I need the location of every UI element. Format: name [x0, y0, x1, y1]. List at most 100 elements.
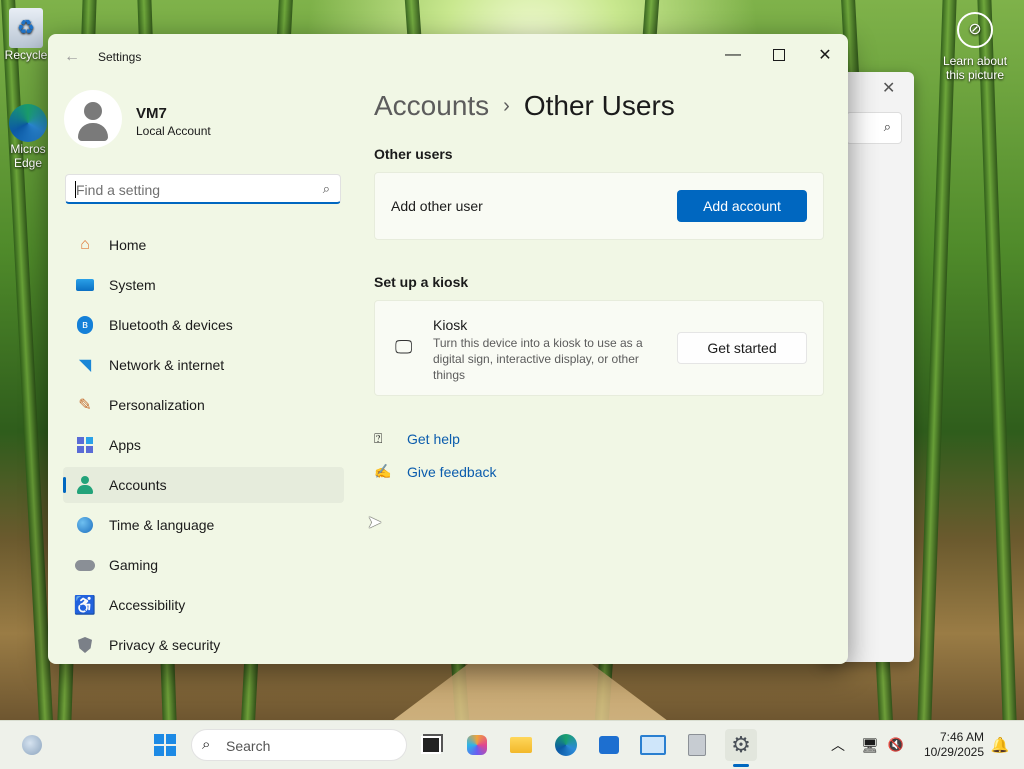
add-other-user-card: Add other user Add account: [374, 172, 824, 240]
monitor-icon: [640, 735, 666, 755]
background-search-box[interactable]: ⌕: [846, 112, 902, 144]
learn-about-picture[interactable]: ⊘ Learn about this picture: [938, 12, 1012, 82]
notifications-button[interactable]: 🔔: [984, 729, 1016, 761]
clock-date: 10/29/2025: [923, 745, 984, 759]
settings-window: ← Settings — ✕ VM7 Local Account Find a …: [48, 34, 848, 664]
clipboard-icon: [688, 734, 706, 756]
learn-line-2: this picture: [945, 68, 1005, 82]
sidebar-item-label: Time & language: [109, 517, 215, 533]
taskbar: ⌕ Search ⚙ ︿ 🖥 🔇 7:46 AM 10/29/2025 🔔: [0, 720, 1024, 769]
accounts-icon: [73, 473, 97, 497]
active-app-indicator: [733, 764, 749, 767]
kiosk-card: 🖵 Kiosk Turn this device into a kiosk to…: [374, 300, 824, 396]
breadcrumb: Accounts › Other Users: [374, 90, 675, 122]
kiosk-description: Turn this device into a kiosk to use as …: [433, 336, 643, 382]
sidebar-item-gaming[interactable]: Gaming: [63, 547, 344, 583]
system-icon: [73, 273, 97, 297]
sidebar-item-personalization[interactable]: ✎ Personalization: [63, 387, 344, 423]
minimize-button[interactable]: —: [710, 40, 756, 70]
settings-taskbar-button[interactable]: ⚙: [725, 729, 757, 761]
give-feedback-link[interactable]: Give feedback: [407, 464, 497, 480]
remote-desktop-button[interactable]: [637, 729, 669, 761]
folder-icon: [510, 737, 532, 753]
sidebar-item-label: Privacy & security: [109, 637, 221, 653]
window-title: Settings: [98, 50, 142, 64]
show-hidden-icons-button[interactable]: ︿: [822, 729, 854, 761]
sidebar-nav: ⌂ Home System ʙ Bluetooth & devices ◥ Ne…: [63, 227, 344, 664]
recycle-bin-icon: ♻: [9, 8, 43, 48]
windows-logo-icon: [154, 734, 176, 756]
bamboo-stalk: [976, 0, 1018, 720]
volume-button[interactable]: 🔇: [880, 729, 912, 761]
start-button[interactable]: [149, 729, 181, 761]
search-icon: ⌕: [883, 119, 891, 134]
apps-icon: [73, 433, 97, 457]
sidebar-item-privacy[interactable]: Privacy & security: [63, 627, 344, 663]
sidebar-item-accounts[interactable]: Accounts: [63, 467, 344, 503]
learn-line-1: Learn about: [942, 54, 1008, 68]
get-help-link[interactable]: Get help: [407, 431, 460, 447]
task-view-button[interactable]: [415, 729, 447, 761]
network-icon: 🖥: [861, 736, 879, 753]
bluetooth-icon: ʙ: [73, 313, 97, 337]
minimize-icon: —: [725, 46, 741, 63]
taskbar-search-label: Search: [226, 738, 271, 754]
close-icon[interactable]: ✕: [882, 78, 895, 98]
search-icon: ⌕: [322, 181, 330, 196]
taskbar-search[interactable]: ⌕ Search: [191, 729, 407, 761]
avatar-body: [78, 123, 108, 141]
close-button[interactable]: ✕: [802, 40, 848, 70]
sidebar-item-network[interactable]: ◥ Network & internet: [63, 347, 344, 383]
avatar: [64, 90, 122, 148]
brush-icon: ✎: [78, 397, 92, 414]
bamboo-stalk: [916, 0, 958, 720]
copilot-button[interactable]: [461, 729, 493, 761]
kiosk-title: Kiosk: [433, 317, 468, 333]
gear-icon: ⚙: [731, 732, 751, 757]
add-account-button[interactable]: Add account: [677, 190, 807, 222]
sidebar-item-apps[interactable]: Apps: [63, 427, 344, 463]
sidebar-item-label: System: [109, 277, 156, 293]
sidebar-item-accessibility[interactable]: ♿ Accessibility: [63, 587, 344, 623]
edge-icon: [555, 734, 577, 756]
sidebar-item-label: Bluetooth & devices: [109, 317, 233, 333]
back-arrow-icon[interactable]: ←: [64, 48, 80, 66]
user-profile[interactable]: VM7 Local Account: [64, 90, 344, 150]
mouse-cursor-icon: ➤: [367, 512, 383, 532]
shield-icon: [73, 633, 97, 657]
title-bar[interactable]: ← Settings — ✕: [48, 34, 848, 80]
sidebar-item-system[interactable]: System: [63, 267, 344, 303]
sidebar-item-label: Network & internet: [109, 357, 225, 373]
sidebar-item-bluetooth[interactable]: ʙ Bluetooth & devices: [63, 307, 344, 343]
edge-shortcut[interactable]: Micros Edge: [4, 104, 52, 170]
profile-account-type: Local Account: [136, 124, 211, 138]
chevron-up-icon: ︿: [831, 737, 845, 753]
get-started-button[interactable]: Get started: [677, 332, 807, 364]
volume-muted-icon: 🔇: [887, 737, 905, 752]
sidebar-item-time-language[interactable]: Time & language: [63, 507, 344, 543]
task-view-icon: [421, 736, 441, 754]
add-other-user-label: Add other user: [391, 198, 483, 214]
breadcrumb-parent[interactable]: Accounts: [374, 90, 489, 121]
recycle-bin-shortcut[interactable]: ♻ Recycle: [4, 8, 48, 62]
clock-time: 7:46 AM: [939, 730, 984, 744]
camera-info-icon: ⊘: [957, 12, 993, 48]
settings-search-input[interactable]: Find a setting ⌕: [65, 174, 341, 204]
search-icon: ⌕: [202, 736, 211, 753]
sidebar-item-label: Apps: [109, 437, 141, 453]
accessibility-icon: ♿: [73, 594, 97, 615]
edge-taskbar-button[interactable]: [550, 729, 582, 761]
close-icon: ✕: [818, 47, 832, 64]
search-placeholder: Find a setting: [76, 182, 161, 198]
home-icon: ⌂: [80, 236, 90, 253]
sidebar-item-home[interactable]: ⌂ Home: [63, 227, 344, 263]
maximize-button[interactable]: [756, 40, 802, 70]
file-explorer-button[interactable]: [505, 729, 537, 761]
app-button[interactable]: [681, 729, 713, 761]
gamepad-icon: [73, 553, 97, 577]
widgets-button[interactable]: [16, 729, 48, 761]
sidebar-item-label: Home: [109, 237, 147, 253]
store-button[interactable]: [593, 729, 625, 761]
sidebar-item-label: Personalization: [109, 397, 205, 413]
taskbar-clock[interactable]: 7:46 AM 10/29/2025: [912, 730, 984, 760]
